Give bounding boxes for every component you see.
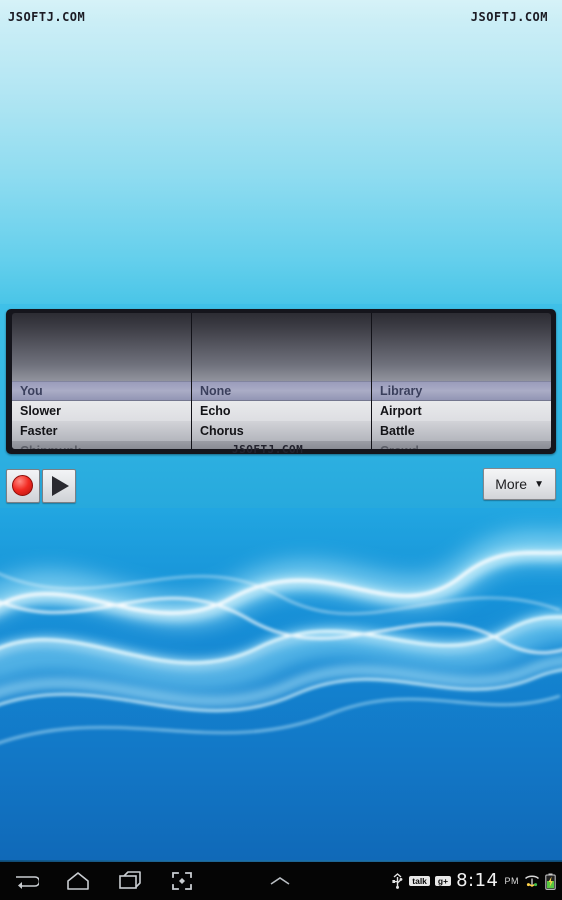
back-button[interactable]: [0, 862, 52, 900]
battery-icon: [545, 873, 556, 890]
transport-bar: More ▼: [0, 462, 562, 508]
spinner-item-selected[interactable]: None: [192, 381, 371, 401]
spinner-item[interactable]: Chipmunk: [12, 441, 191, 449]
gplus-notification-badge: g+: [434, 875, 452, 887]
record-circle-icon: [12, 475, 33, 496]
status-clock: 8:14: [456, 870, 499, 891]
spinner-item[interactable]: Slower: [12, 401, 191, 421]
record-button[interactable]: [6, 469, 40, 503]
home-icon: [67, 872, 89, 890]
spinner-row-group: You Slower Faster Chipmunk None Echo Cho…: [12, 313, 551, 449]
play-triangle-icon: [52, 476, 69, 496]
spinner-list: None Echo Chorus: [192, 381, 371, 449]
spinner-item[interactable]: Battle: [372, 421, 551, 441]
spinner-list: Library Airport Battle Crowd: [372, 381, 551, 449]
android-system-bar: talk g+ 8:14 PM: [0, 860, 562, 900]
spinner-item[interactable]: [192, 441, 371, 449]
status-icon-group: talk g+ 8:14 PM: [391, 862, 556, 900]
spinner-column-voice-pitch[interactable]: You Slower Faster Chipmunk: [12, 313, 192, 449]
talk-notification-badge: talk: [409, 875, 430, 887]
play-button[interactable]: [42, 469, 76, 503]
android-screen: JSOFTJ.COM JSOFTJ.COM You Slower Faster …: [0, 0, 562, 900]
more-button[interactable]: More ▼: [483, 468, 556, 500]
spinner-list: You Slower Faster Chipmunk: [12, 381, 191, 449]
screenshot-icon: [172, 872, 192, 890]
wifi-icon: [524, 873, 540, 889]
spinner-column-background-sound[interactable]: Library Airport Battle Crowd: [372, 313, 551, 449]
spinner-column-voice-effect[interactable]: None Echo Chorus: [192, 313, 372, 449]
recent-apps-icon: [119, 871, 141, 889]
spinner-item[interactable]: Chorus: [192, 421, 371, 441]
chevron-down-icon: ▼: [534, 478, 544, 490]
usb-icon: [391, 873, 404, 889]
spinner-item-selected[interactable]: You: [12, 381, 191, 401]
status-clock-meridiem: PM: [504, 876, 519, 886]
home-button[interactable]: [52, 862, 104, 900]
spinner-item-selected[interactable]: Library: [372, 381, 551, 401]
back-arrow-icon: [16, 876, 39, 889]
wallpaper-wave-artwork: [0, 500, 562, 860]
spinner-frame: You Slower Faster Chipmunk None Echo Cho…: [6, 309, 556, 454]
spinner-item[interactable]: Crowd: [372, 441, 551, 449]
expand-chevron-button[interactable]: [258, 862, 302, 900]
spinner-item[interactable]: Echo: [192, 401, 371, 421]
spinner-item[interactable]: Airport: [372, 401, 551, 421]
chevron-up-icon: [270, 877, 290, 885]
recents-button[interactable]: [104, 862, 156, 900]
spinner-item[interactable]: Faster: [12, 421, 191, 441]
more-button-label: More: [495, 476, 528, 492]
voice-changer-panel: You Slower Faster Chipmunk None Echo Cho…: [0, 304, 562, 508]
navigation-button-group: [0, 862, 208, 900]
screenshot-button[interactable]: [156, 862, 208, 900]
